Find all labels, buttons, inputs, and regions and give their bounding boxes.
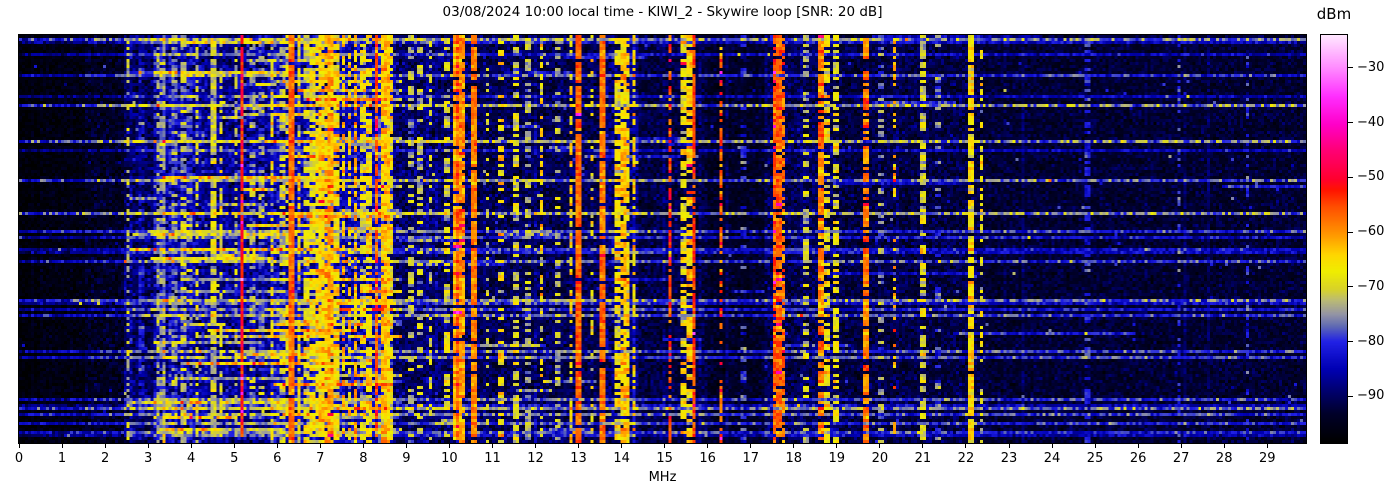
- x-axis-tick-label: 0: [14, 451, 24, 466]
- x-axis-tick-label: 19: [828, 451, 846, 466]
- x-axis-tick-label: 18: [785, 451, 803, 466]
- spectrogram-page: 03/08/2024 10:00 local time - KIWI_2 - S…: [0, 0, 1400, 500]
- x-axis-tick-label: 3: [143, 451, 153, 466]
- x-axis-tick: [18, 444, 20, 448]
- x-axis-tick-label: 22: [957, 451, 975, 466]
- colorbar-tick-label: −40: [1357, 114, 1385, 130]
- colorbar-frame: [1320, 34, 1348, 444]
- x-axis-tick-label: 13: [570, 451, 587, 466]
- x-axis-tick: [578, 444, 580, 448]
- colorbar-tick: [1348, 176, 1353, 178]
- x-axis-tick-label: 1: [57, 451, 67, 466]
- x-axis-tick-label: 20: [871, 451, 889, 466]
- x-axis-tick-label: 17: [742, 451, 759, 466]
- x-axis-tick-label: 27: [1172, 451, 1190, 466]
- chart-title: 03/08/2024 10:00 local time - KIWI_2 - S…: [442, 4, 883, 20]
- x-axis-tick-label: 14: [613, 451, 630, 466]
- x-axis-tick: [535, 444, 537, 448]
- x-axis-tick-label: 10: [441, 451, 458, 466]
- x-axis-label: MHz: [648, 470, 677, 485]
- x-axis-tick: [319, 444, 321, 448]
- x-axis-tick-label: 24: [1043, 451, 1061, 466]
- x-axis-tick-label: 16: [699, 451, 716, 466]
- x-axis-tick-label: 8: [359, 451, 368, 466]
- x-axis-tick: [1180, 444, 1182, 448]
- x-axis-tick-label: 9: [402, 451, 411, 466]
- x-axis-tick: [664, 444, 666, 448]
- x-axis-tick-label: 5: [230, 451, 239, 466]
- colorbar-tick-label: −60: [1357, 224, 1385, 240]
- x-axis-tick: [190, 444, 192, 448]
- x-axis-tick: [707, 444, 709, 448]
- x-axis-tick: [836, 444, 838, 448]
- colorbar-tick-label: −70: [1357, 278, 1385, 294]
- x-axis-tick: [922, 444, 924, 448]
- colorbar-gradient: [1321, 35, 1347, 443]
- x-axis-tick-label: 2: [100, 451, 110, 466]
- x-axis-tick: [793, 444, 795, 448]
- x-axis-tick-label: 6: [273, 451, 282, 466]
- x-axis-tick: [1266, 444, 1268, 448]
- colorbar-tick: [1348, 286, 1353, 288]
- waterfall-heatmap: [19, 35, 1306, 443]
- x-axis-tick: [61, 444, 63, 448]
- x-axis-tick: [1137, 444, 1139, 448]
- x-axis-tick: [1094, 444, 1096, 448]
- colorbar-tick: [1348, 67, 1353, 69]
- x-axis-tick-label: 12: [527, 451, 544, 466]
- x-axis-tick-label: 11: [484, 451, 501, 466]
- x-axis-tick: [276, 444, 278, 448]
- colorbar-unit-label: dBm: [1316, 5, 1352, 23]
- x-axis-tick-label: 21: [914, 451, 932, 466]
- colorbar-tick: [1348, 395, 1353, 397]
- x-axis-tick: [104, 444, 106, 448]
- x-axis-tick: [965, 444, 967, 448]
- x-axis-tick-label: 4: [187, 451, 196, 466]
- x-axis-tick-label: 26: [1129, 451, 1147, 466]
- x-axis-tick-label: 25: [1086, 451, 1104, 466]
- x-axis-tick-label: 28: [1215, 451, 1233, 466]
- x-axis-tick: [1051, 444, 1053, 448]
- x-axis-tick: [491, 444, 493, 448]
- x-axis-tick: [233, 444, 235, 448]
- x-axis-tick: [362, 444, 364, 448]
- x-axis-tick-label: 23: [1000, 451, 1018, 466]
- x-axis-tick-label: 29: [1258, 451, 1276, 466]
- colorbar-tick-label: −50: [1357, 169, 1385, 185]
- colorbar-tick: [1348, 122, 1353, 124]
- x-axis-tick-label: 15: [656, 451, 673, 466]
- x-axis-tick: [750, 444, 752, 448]
- x-axis-tick: [1223, 444, 1225, 448]
- x-axis-tick: [621, 444, 623, 448]
- colorbar-tick: [1348, 231, 1353, 233]
- x-axis-tick-label: 7: [316, 451, 325, 466]
- x-axis-tick: [1008, 444, 1010, 448]
- x-axis-tick: [147, 444, 149, 448]
- x-axis-tick: [448, 444, 450, 448]
- colorbar-tick: [1348, 341, 1353, 343]
- x-axis-tick: [405, 444, 407, 448]
- waterfall-plot-frame: [18, 34, 1307, 444]
- colorbar-tick-label: −80: [1357, 333, 1385, 349]
- x-axis-tick: [879, 444, 881, 448]
- colorbar-tick-label: −30: [1357, 59, 1385, 75]
- colorbar-tick-label: −90: [1357, 388, 1385, 404]
